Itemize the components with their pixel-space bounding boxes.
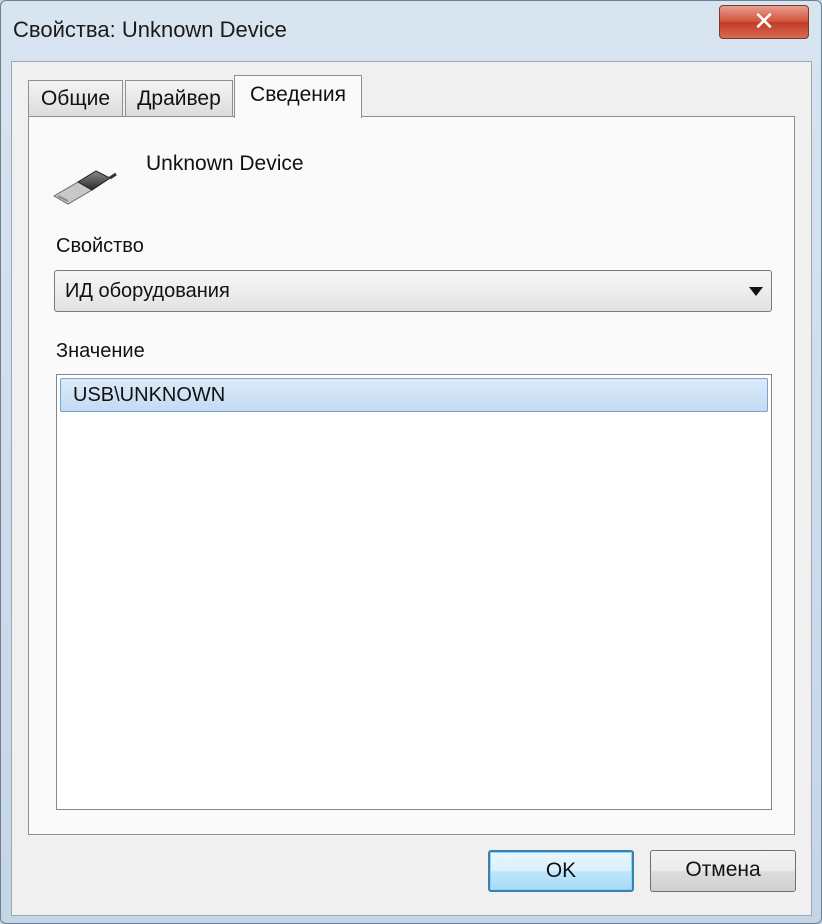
list-item-text: USB\UNKNOWN: [73, 384, 226, 406]
ok-button[interactable]: OK: [488, 850, 634, 892]
properties-window: Свойства: Unknown Device ✕ Общие Драйвер…: [0, 0, 822, 924]
close-button[interactable]: ✕: [719, 5, 809, 39]
value-listbox[interactable]: USB\UNKNOWN: [56, 374, 772, 810]
cancel-button[interactable]: Отмена: [650, 850, 796, 892]
tab-details[interactable]: Сведения: [234, 75, 362, 118]
tab-general[interactable]: Общие: [28, 80, 123, 116]
dialog-client-area: Общие Драйвер Сведения Unknown Device Св…: [11, 61, 812, 916]
tab-driver[interactable]: Драйвер: [125, 80, 233, 116]
list-item[interactable]: USB\UNKNOWN: [60, 378, 768, 412]
property-selected-value: ИД оборудования: [65, 280, 230, 302]
property-select[interactable]: ИД оборудования: [54, 270, 772, 312]
window-title: Свойства: Unknown Device: [13, 17, 287, 42]
chevron-down-icon: [749, 287, 763, 296]
close-icon: ✕: [753, 6, 775, 36]
